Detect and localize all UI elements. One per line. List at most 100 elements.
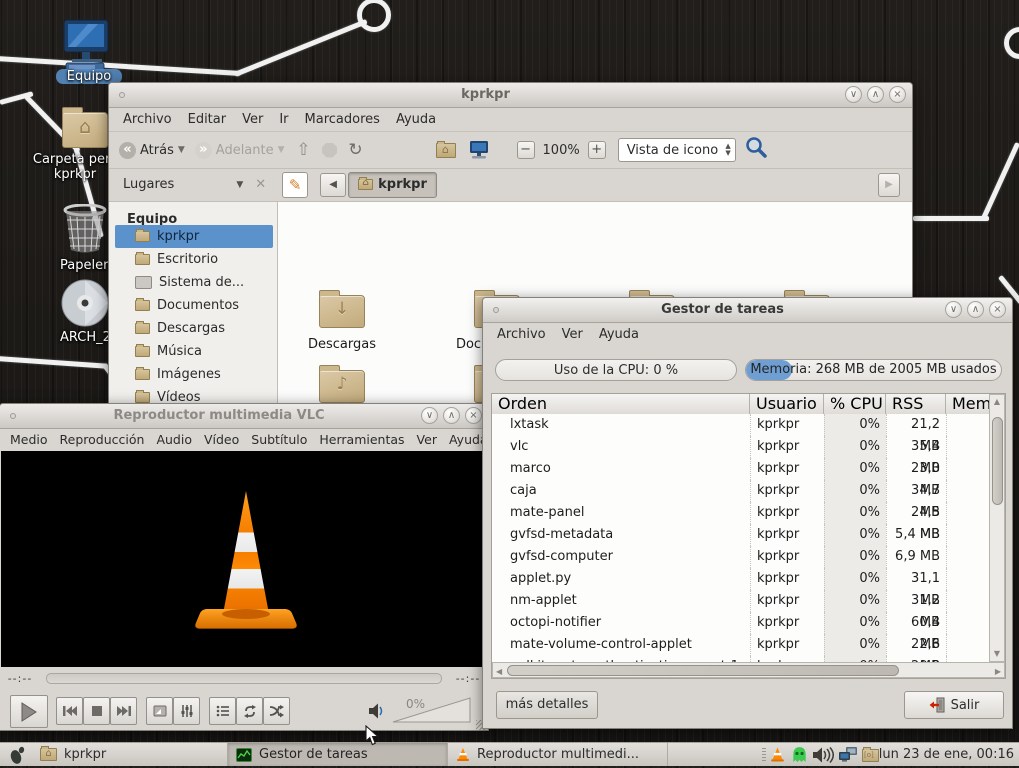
process-row[interactable]: applet.pykprkpr0%31,1 MB bbox=[492, 568, 989, 590]
task-manager-titlebar[interactable]: Gestor de tareas ∨ ∧ × bbox=[483, 298, 1012, 323]
window-menu-dot-icon[interactable] bbox=[493, 307, 499, 313]
process-row[interactable]: gvfsd-metadatakprkpr0%5,4 MB bbox=[492, 524, 989, 546]
maximize-button[interactable]: ∧ bbox=[867, 86, 884, 103]
previous-button[interactable] bbox=[56, 697, 83, 725]
sidebar-item-documentos[interactable]: Documentos bbox=[115, 294, 273, 317]
menu-ver[interactable]: Ver bbox=[554, 324, 591, 345]
scroll-up-icon[interactable]: ▲ bbox=[990, 397, 1004, 407]
home-button[interactable]: ⌂ bbox=[431, 143, 461, 158]
tray-desktop-icon[interactable]: [o] bbox=[862, 747, 879, 766]
menu-subtitulo[interactable]: Subtítulo bbox=[245, 429, 313, 450]
folder-musica[interactable]: ♪ bbox=[319, 370, 365, 403]
scroll-down-icon[interactable]: ▼ bbox=[990, 649, 1004, 659]
close-button[interactable]: × bbox=[465, 407, 482, 424]
menu-button[interactable] bbox=[4, 744, 30, 766]
tray-vlc-icon[interactable] bbox=[770, 746, 785, 767]
vertical-scrollbar[interactable]: ▲ ▼ bbox=[989, 394, 1005, 662]
back-dropdown-icon[interactable]: ▼ bbox=[178, 145, 185, 155]
taskbar-window-kprkpr[interactable]: ⌂ kprkpr bbox=[32, 743, 228, 766]
process-row[interactable]: mate-volume-control-appletkprkpr0%22,6 M… bbox=[492, 634, 989, 656]
stop-button[interactable] bbox=[83, 697, 110, 725]
process-row[interactable]: lxtaskkprkpr0%21,2 MB bbox=[492, 414, 989, 436]
clock[interactable]: lun 23 de ene, 00:16 bbox=[879, 743, 1014, 766]
folder-descargas-label[interactable]: Descargas bbox=[282, 337, 402, 352]
computer-button[interactable] bbox=[461, 140, 497, 160]
fullscreen-button[interactable] bbox=[146, 697, 173, 725]
up-button[interactable]: ⇧ bbox=[291, 140, 317, 160]
minimize-button[interactable]: ∨ bbox=[421, 407, 438, 424]
process-row[interactable]: nm-appletkprkpr0%31,2 MB bbox=[492, 590, 989, 612]
desktop-icon-computer[interactable] bbox=[58, 18, 114, 76]
taskbar-window-vlc[interactable]: Reproductor multimedi... bbox=[448, 743, 668, 766]
process-row[interactable]: cajakprkpr0%34,7 MB bbox=[492, 480, 989, 502]
forward-button[interactable]: » Adelante ▼ bbox=[189, 142, 291, 159]
vlc-titlebar[interactable]: Reproductor multimedia VLC ∨ ∧ × bbox=[0, 404, 488, 429]
seek-slider[interactable] bbox=[46, 673, 442, 684]
folder-descargas[interactable]: ↓ bbox=[319, 295, 365, 328]
scroll-right-icon[interactable]: ▶ bbox=[995, 667, 1001, 677]
breadcrumb-right-button[interactable]: ▶ bbox=[878, 173, 900, 197]
zoom-out-button[interactable]: − bbox=[517, 141, 535, 159]
process-row[interactable]: mate-panelkprkpr0%24,5 MB bbox=[492, 502, 989, 524]
close-button[interactable]: × bbox=[989, 301, 1006, 318]
file-manager-titlebar[interactable]: kprkpr ∨ ∧ × bbox=[109, 83, 912, 108]
vertical-scroll-thumb[interactable] bbox=[992, 417, 1003, 505]
stop-button[interactable] bbox=[317, 143, 343, 158]
breadcrumb-left-button[interactable]: ◀ bbox=[320, 173, 346, 197]
taskbar-window-gestor[interactable]: Gestor de tareas bbox=[228, 743, 448, 766]
maximize-button[interactable]: ∧ bbox=[967, 301, 984, 318]
horizontal-scroll-thumb[interactable] bbox=[507, 665, 899, 676]
column-usuario[interactable]: Usuario bbox=[750, 394, 824, 414]
places-dropdown-icon[interactable]: ▼ bbox=[236, 180, 243, 190]
column-cpu[interactable]: % CPU ▼ bbox=[824, 394, 886, 414]
process-row[interactable]: marcokprkpr0%23,0 MB bbox=[492, 458, 989, 480]
search-button[interactable] bbox=[744, 136, 768, 164]
view-mode-select[interactable]: Vista de icono ▲▼ bbox=[618, 138, 736, 162]
menu-archivo[interactable]: Archivo bbox=[115, 109, 180, 130]
volume-slider[interactable]: 0% bbox=[392, 696, 472, 724]
process-row[interactable]: octopi-notifierkprkpr0%60,4 MB bbox=[492, 612, 989, 634]
back-button[interactable]: « Atrás ▼ bbox=[109, 142, 189, 159]
places-close-icon[interactable]: ✕ bbox=[255, 177, 266, 192]
minimize-button[interactable]: ∨ bbox=[945, 301, 962, 318]
more-details-button[interactable]: más detalles bbox=[496, 691, 598, 719]
process-row[interactable]: gvfsd-computerkprkpr0%6,9 MB bbox=[492, 546, 989, 568]
menu-reproduccion[interactable]: Reproducción bbox=[54, 429, 151, 450]
menu-video[interactable]: Vídeo bbox=[198, 429, 245, 450]
sidebar-item-sistema[interactable]: Sistema de... bbox=[115, 271, 273, 294]
sidebar-item-kprkpr[interactable]: kprkpr bbox=[115, 225, 273, 248]
column-rss[interactable]: RSS bbox=[886, 394, 946, 414]
menu-herramientas[interactable]: Herramientas bbox=[313, 429, 410, 450]
process-row[interactable]: vlckprkpr0%35,4 MB bbox=[492, 436, 989, 458]
tray-grip-icon[interactable] bbox=[762, 748, 766, 762]
shuffle-button[interactable] bbox=[263, 697, 290, 725]
maximize-button[interactable]: ∧ bbox=[443, 407, 460, 424]
places-label[interactable]: Lugares bbox=[109, 177, 174, 192]
sidebar-item-imagenes[interactable]: Imágenes bbox=[115, 363, 273, 386]
menu-medio[interactable]: Medio bbox=[4, 429, 54, 450]
menu-ir[interactable]: Ir bbox=[271, 109, 296, 130]
mute-button[interactable] bbox=[368, 702, 388, 724]
menu-ayuda[interactable]: Ayuda bbox=[388, 109, 444, 130]
close-button[interactable]: × bbox=[889, 86, 906, 103]
quit-button[interactable]: Salir bbox=[904, 691, 1004, 719]
equalizer-button[interactable] bbox=[173, 697, 200, 725]
column-orden[interactable]: Orden bbox=[492, 394, 750, 414]
menu-archivo[interactable]: Archivo bbox=[489, 324, 554, 345]
tray-network-icon[interactable] bbox=[838, 746, 858, 767]
refresh-button[interactable]: ↻ bbox=[343, 140, 369, 160]
edit-location-button[interactable]: ✎ bbox=[282, 172, 308, 198]
zoom-in-button[interactable]: + bbox=[588, 141, 606, 159]
next-button[interactable] bbox=[110, 697, 137, 725]
window-menu-dot-icon[interactable] bbox=[10, 413, 16, 419]
menu-ayuda[interactable]: Ayuda bbox=[591, 324, 647, 345]
sidebar-item-musica[interactable]: Música bbox=[115, 340, 273, 363]
breadcrumb[interactable]: ⌂ kprkpr bbox=[348, 172, 437, 198]
loop-button[interactable] bbox=[236, 697, 263, 725]
window-menu-dot-icon[interactable] bbox=[119, 92, 125, 98]
menu-editar[interactable]: Editar bbox=[180, 109, 235, 130]
horizontal-scrollbar[interactable]: ◀ ▶ bbox=[492, 662, 1005, 678]
menu-ver[interactable]: Ver bbox=[411, 429, 443, 450]
menu-ver[interactable]: Ver bbox=[234, 109, 271, 130]
tray-volume-icon[interactable] bbox=[812, 746, 834, 768]
